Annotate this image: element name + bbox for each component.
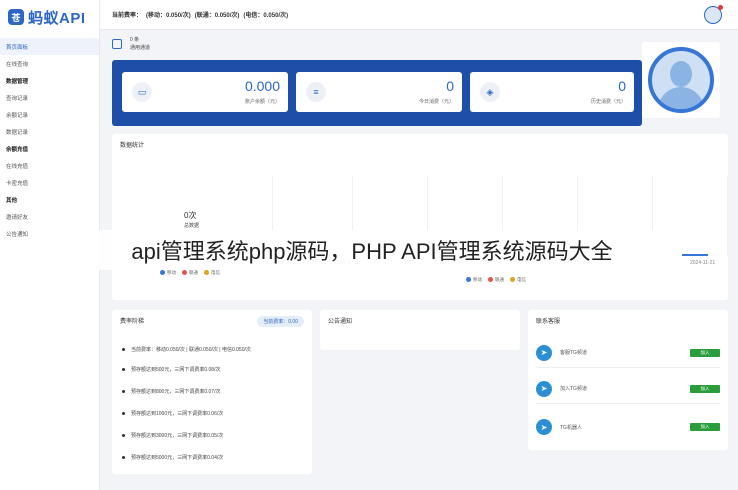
telegram-icon: ➤ [536, 344, 552, 361]
sidebar-item[interactable]: 余额记录 [0, 106, 99, 123]
contact-name: 客服TG频道 [560, 350, 587, 356]
telegram-icon: ➤ [536, 419, 552, 435]
sidebar-group-label: 其他 [6, 197, 18, 204]
legend-item[interactable]: 移动 [466, 277, 482, 283]
sidebar-group-label: 数据管理 [6, 78, 29, 85]
stats-band: ▭ 0.000 账户余额（元） ≡ 0 今日消费（元） ◈ 0 历史消费（元） [112, 60, 642, 126]
panel-title: 联系客服 [536, 319, 561, 325]
channel-count: 0 条 [130, 37, 140, 43]
stat-value: 0 [618, 78, 626, 94]
contact-name: TG机器人 [560, 424, 582, 431]
fee-row: 预存额达到1000元，三网下调费率0.06/次 [122, 410, 223, 417]
legend-item[interactable]: 移动 [160, 270, 176, 276]
empty-chart-value: 0次 [184, 211, 197, 220]
data-stats-panel: 数据统计 0次 总数据 2024-11-21 2024-11-21 移动 联通 … [112, 134, 728, 300]
telegram-icon: ➤ [536, 380, 552, 397]
chart-baseline [682, 254, 708, 256]
channel-summary: 0 条 通用通道 [112, 36, 150, 52]
fee-ladder-panel: 费率阶梯 当前费率：0.00 当前费率：移动0.050/次 | 联通0.050/… [112, 310, 312, 474]
left-chart-legend: 移动 联通 电信 [160, 270, 220, 276]
sidebar-item[interactable]: 数据记录 [0, 123, 99, 140]
sidebar-item[interactable]: 卡密充值 [0, 174, 99, 191]
rate-mobile: (移动：0.050/次) [146, 13, 191, 19]
layers-icon: ◈ [480, 82, 500, 102]
current-rate-badge: 当前费率：0.00 [257, 316, 304, 327]
stat-card-history: ◈ 0 历史消费（元） [470, 72, 634, 112]
stat-value: 0.000 [244, 78, 280, 94]
join-button[interactable]: 加入 [690, 348, 720, 357]
contact-item: ➤ TG机器人 加入 [536, 412, 720, 442]
empty-chart-label: 总数据 [184, 223, 200, 229]
calendar-icon [112, 39, 122, 49]
sidebar-group-label: 余额充值 [6, 146, 29, 153]
sidebar-item[interactable]: 首页面板 [0, 38, 99, 55]
contact-item: ➤ 客服TG频道 加入 [536, 338, 720, 368]
contact-name: 加入TG频道 [560, 386, 587, 392]
legend-item[interactable]: 联通 [488, 277, 504, 283]
stat-card-today: ≡ 0 今日消费（元） [296, 72, 462, 112]
stat-value: 0 [446, 78, 454, 94]
legend-item[interactable]: 电信 [510, 277, 526, 283]
wallet-icon: ▭ [132, 82, 152, 102]
sidebar-item[interactable]: 邀请好友 [0, 208, 99, 225]
notification-dot [718, 5, 723, 10]
profile-card [642, 42, 720, 118]
fee-row: 预存额达到3000元，三网下调费率0.05/次 [122, 432, 223, 439]
rate-unicom: (联通：0.050/次) [194, 13, 240, 19]
panel-title: 费率阶梯 [120, 319, 145, 325]
contact-item: ➤ 加入TG频道 加入 [536, 374, 720, 404]
panel-title: 公告通知 [328, 319, 353, 325]
sidebar-item[interactable]: 在线充值 [0, 157, 99, 174]
join-button[interactable]: 加入 [690, 384, 720, 393]
rate-telecom: (电信：0.050/次) [243, 13, 289, 19]
notice-panel: 公告通知 [320, 310, 520, 350]
fee-row: 预存额达到500元，三网下调费率0.08/次 [122, 366, 220, 373]
sidebar-item[interactable]: 查询记录 [0, 89, 99, 106]
app-logo[interactable]: 苍 蚂蚁API [0, 0, 99, 34]
stat-label: 账户余额（元） [244, 99, 280, 105]
logo-text: 蚂蚁API [28, 9, 86, 27]
sidebar-menu: 首页面板 在线查询数据管理查询记录 余额记录 数据记录余额充值在线充值 卡密充值其他邀请… [0, 38, 99, 242]
top-bar: 当前费率： (移动：0.050/次) (联通：0.050/次) (电信：0.05… [100, 0, 738, 30]
title-banner: api管理系统php源码，PHP API管理系统源码大全 [68, 230, 676, 270]
legend-item[interactable]: 电信 [204, 270, 220, 276]
logo-mark-icon: 苍 [8, 9, 24, 25]
stat-label: 历史消费（元） [590, 99, 626, 105]
sidebar-item[interactable]: 在线查询 [0, 55, 99, 72]
contact-panel: 联系客服 ➤ 客服TG频道 加入 ➤ 加入TG频道 加入 ➤ TG机器人 加入 [528, 310, 728, 450]
panel-title: 数据统计 [120, 143, 145, 149]
fee-row: 预存额达到800元，三网下调费率0.07/次 [122, 388, 220, 395]
fee-row: 当前费率：移动0.050/次 | 联通0.050/次 | 电信0.050/次 [122, 346, 251, 353]
avatar[interactable] [648, 47, 714, 113]
legend-item[interactable]: 联通 [182, 270, 198, 276]
stat-label: 今日消费（元） [418, 99, 454, 105]
list-icon: ≡ [306, 82, 326, 102]
user-icon[interactable] [704, 5, 723, 24]
right-chart-date: 2024-11-21 [690, 260, 716, 266]
rate-label: 当前费率： [112, 13, 143, 19]
right-chart-legend: 移动 联通 电信 [466, 277, 526, 283]
fee-row: 预存额达到5000元，三网下调费率0.04/次 [122, 454, 223, 461]
channel-label: 通用通道 [130, 45, 151, 51]
stat-card-balance: ▭ 0.000 账户余额（元） [122, 72, 288, 112]
join-button[interactable]: 加入 [690, 423, 720, 431]
